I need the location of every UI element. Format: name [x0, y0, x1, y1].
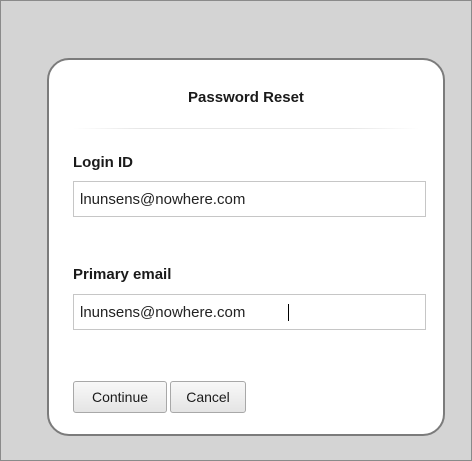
dialog-title: Password Reset — [188, 89, 304, 106]
cancel-button[interactable]: Cancel — [170, 381, 246, 413]
login-id-input[interactable] — [73, 181, 426, 217]
page-frame: Password Reset Login ID Primary email Co… — [0, 0, 472, 461]
password-reset-dialog: Password Reset Login ID Primary email Co… — [47, 58, 445, 436]
text-cursor — [288, 304, 289, 321]
primary-email-label: Primary email — [73, 266, 172, 283]
login-id-label: Login ID — [73, 154, 133, 171]
primary-email-input[interactable] — [73, 294, 426, 330]
title-divider — [73, 128, 419, 129]
continue-button[interactable]: Continue — [73, 381, 167, 413]
